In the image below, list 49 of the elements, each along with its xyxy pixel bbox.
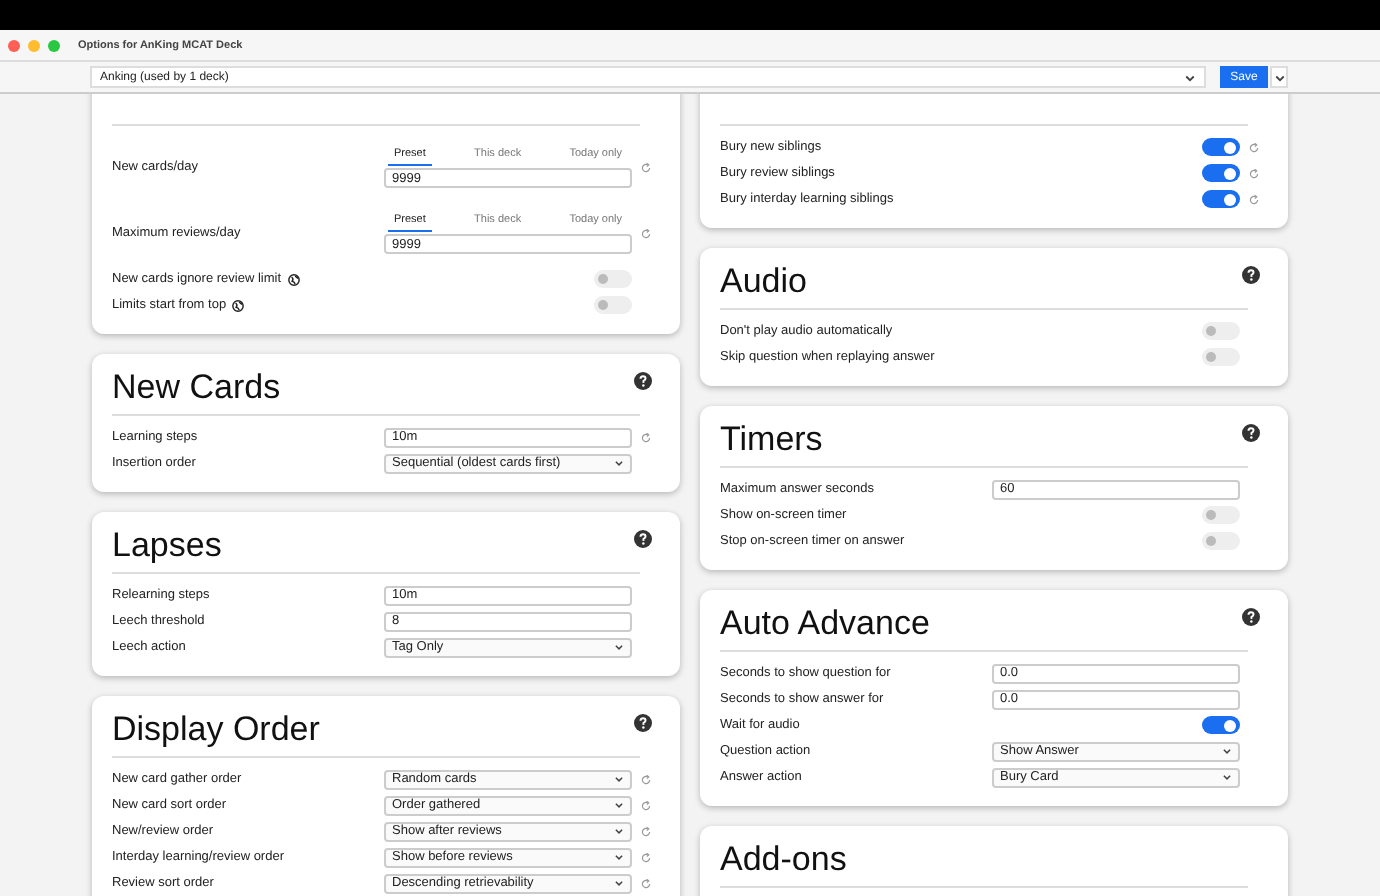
reset-icon[interactable] (1248, 167, 1260, 179)
chevron-down-icon (614, 458, 624, 468)
toggle-switch[interactable] (1202, 348, 1240, 366)
maximize-icon[interactable] (48, 39, 60, 51)
help-icon[interactable] (1242, 608, 1260, 626)
card-title: Lapses (112, 524, 222, 568)
chevron-down-icon (614, 826, 624, 836)
reset-icon[interactable] (640, 161, 652, 173)
close-icon[interactable] (8, 39, 20, 51)
chevron-down-icon (614, 774, 624, 784)
reset-icon[interactable] (640, 825, 652, 837)
card-title: Display Order (112, 708, 320, 752)
help-icon[interactable] (634, 372, 652, 390)
reset-icon[interactable] (640, 851, 652, 863)
help-icon[interactable] (1242, 424, 1260, 442)
card-title: Timers (720, 418, 823, 462)
reset-icon[interactable] (640, 799, 652, 811)
chevron-down-icon (1273, 71, 1285, 83)
card-title: Auto Advance (720, 602, 930, 646)
toggle-switch[interactable] (1202, 190, 1240, 208)
toggle-switch[interactable] (594, 270, 632, 288)
reset-icon[interactable] (640, 773, 652, 785)
chevron-down-icon (614, 852, 624, 862)
help-icon[interactable] (634, 530, 652, 548)
chevron-down-icon (614, 878, 624, 888)
help-icon[interactable] (634, 714, 652, 732)
reset-icon[interactable] (640, 877, 652, 889)
toggle-switch[interactable] (594, 296, 632, 314)
chevron-down-icon (614, 642, 624, 652)
card-title: New Cards (112, 366, 281, 410)
chevron-down-icon (1184, 71, 1196, 83)
chevron-down-icon (614, 800, 624, 810)
reset-icon[interactable] (1248, 141, 1260, 153)
toggle-switch[interactable] (1202, 322, 1240, 340)
card-title: Add-ons (720, 838, 847, 882)
card-title: Audio (720, 260, 807, 304)
toggle-switch[interactable] (1202, 164, 1240, 182)
toggle-switch[interactable] (1202, 716, 1240, 734)
toggle-switch[interactable] (1202, 506, 1240, 524)
reset-icon[interactable] (640, 431, 652, 443)
save-menu-button[interactable] (1270, 66, 1288, 88)
help-icon[interactable] (1242, 266, 1260, 284)
chevron-down-icon (1222, 746, 1232, 756)
toggle-switch[interactable] (1202, 138, 1240, 156)
minimize-icon[interactable] (28, 39, 40, 51)
reset-icon[interactable] (640, 227, 652, 239)
reset-icon[interactable] (1248, 193, 1260, 205)
toggle-switch[interactable] (1202, 532, 1240, 550)
chevron-down-icon (1222, 772, 1232, 782)
